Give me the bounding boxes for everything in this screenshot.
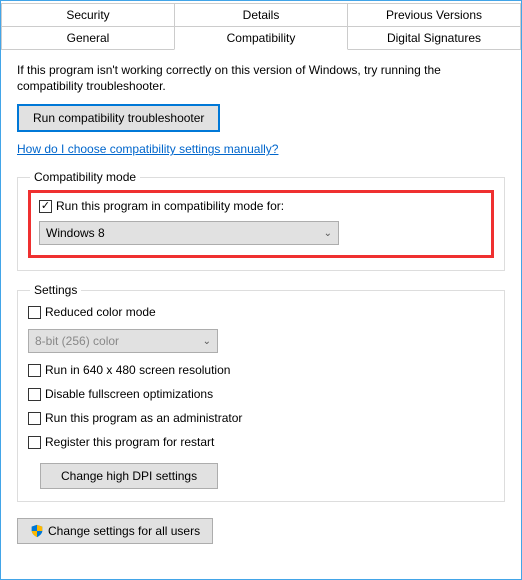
- register-restart-checkbox[interactable]: [28, 436, 41, 449]
- color-mode-selected: 8-bit (256) color: [35, 334, 119, 348]
- highlight-box: Run this program in compatibility mode f…: [28, 190, 494, 258]
- tab-strip: Security Details Previous Versions Gener…: [1, 1, 521, 50]
- tab-content: If this program isn't working correctly …: [1, 50, 521, 556]
- tab-compatibility[interactable]: Compatibility: [174, 26, 348, 50]
- tab-digital-signatures[interactable]: Digital Signatures: [347, 26, 521, 50]
- compat-mode-label: Run this program in compatibility mode f…: [56, 199, 284, 213]
- compatibility-mode-legend: Compatibility mode: [30, 170, 140, 184]
- run-as-admin-label: Run this program as an administrator: [45, 411, 242, 425]
- color-mode-select: 8-bit (256) color ⌄: [28, 329, 218, 353]
- help-link[interactable]: How do I choose compatibility settings m…: [17, 142, 278, 156]
- compatibility-mode-group: Compatibility mode Run this program in c…: [17, 170, 505, 271]
- change-all-users-label: Change settings for all users: [48, 524, 200, 538]
- disable-fullscreen-checkbox[interactable]: [28, 388, 41, 401]
- resolution-checkbox[interactable]: [28, 364, 41, 377]
- run-as-admin-checkbox[interactable]: [28, 412, 41, 425]
- run-troubleshooter-button[interactable]: Run compatibility troubleshooter: [17, 104, 220, 132]
- compat-mode-select[interactable]: Windows 8 ⌄: [39, 221, 339, 245]
- settings-group: Settings Reduced color mode 8-bit (256) …: [17, 283, 505, 502]
- settings-legend: Settings: [30, 283, 81, 297]
- tab-previous-versions[interactable]: Previous Versions: [347, 3, 521, 27]
- change-dpi-button[interactable]: Change high DPI settings: [40, 463, 218, 489]
- intro-text: If this program isn't working correctly …: [17, 62, 505, 94]
- tab-security[interactable]: Security: [1, 3, 175, 27]
- chevron-down-icon: ⌄: [203, 336, 211, 347]
- compat-mode-selected: Windows 8: [46, 226, 105, 240]
- reduced-color-label: Reduced color mode: [45, 305, 156, 319]
- chevron-down-icon: ⌄: [324, 228, 332, 239]
- tab-details[interactable]: Details: [174, 3, 348, 27]
- register-restart-label: Register this program for restart: [45, 435, 214, 449]
- shield-icon: [30, 524, 44, 538]
- tab-general[interactable]: General: [1, 26, 175, 50]
- resolution-label: Run in 640 x 480 screen resolution: [45, 363, 230, 377]
- change-all-users-button[interactable]: Change settings for all users: [17, 518, 213, 544]
- disable-fullscreen-label: Disable fullscreen optimizations: [45, 387, 213, 401]
- reduced-color-checkbox[interactable]: [28, 306, 41, 319]
- compat-mode-checkbox[interactable]: [39, 200, 52, 213]
